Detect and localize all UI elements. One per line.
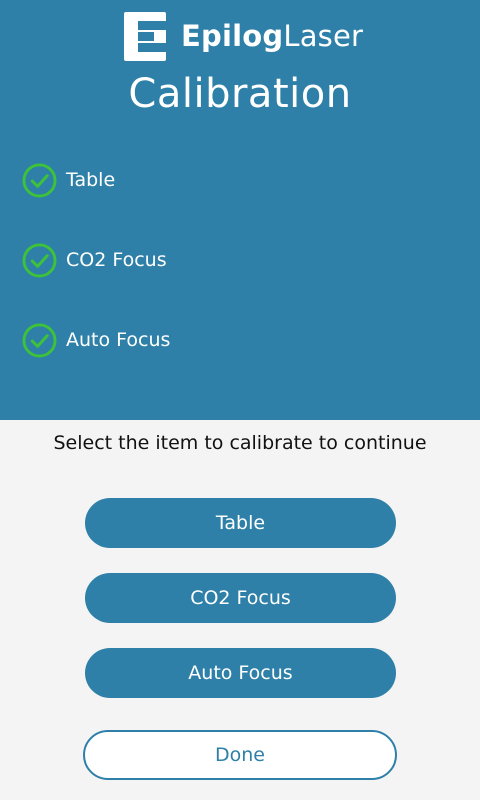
check-circle-icon [22,322,57,358]
status-label: CO2 Focus [66,249,167,271]
status-item-co2-focus: CO2 Focus [22,242,170,278]
status-label: Table [66,169,116,191]
calibrate-table-button[interactable]: Table [85,498,396,548]
header-panel: EpilogLaser Calibration Table CO2 Focus [0,0,480,420]
calibration-status-list: Table CO2 Focus Auto Focus [22,162,170,402]
instruction-text: Select the item to calibrate to continue [53,432,427,454]
status-label: Auto Focus [66,329,171,351]
calibrate-auto-focus-button[interactable]: Auto Focus [85,648,396,698]
logo-wordmark: EpilogLaser [181,18,364,53]
check-circle-icon [22,162,57,198]
status-item-auto-focus: Auto Focus [22,322,170,358]
page-title: Calibration [128,71,352,117]
check-circle-icon [22,242,57,278]
logo-text-light: Laser [283,18,364,53]
calibrate-co2-focus-button[interactable]: CO2 Focus [85,573,396,623]
calibration-screen: EpilogLaser Calibration Table CO2 Focus [0,0,480,800]
epilog-logo-icon [124,11,166,61]
logo-text-bold: Epilog [181,18,284,53]
epilog-laser-logo: EpilogLaser [124,11,363,61]
status-item-table: Table [22,162,170,198]
done-button[interactable]: Done [83,730,397,780]
